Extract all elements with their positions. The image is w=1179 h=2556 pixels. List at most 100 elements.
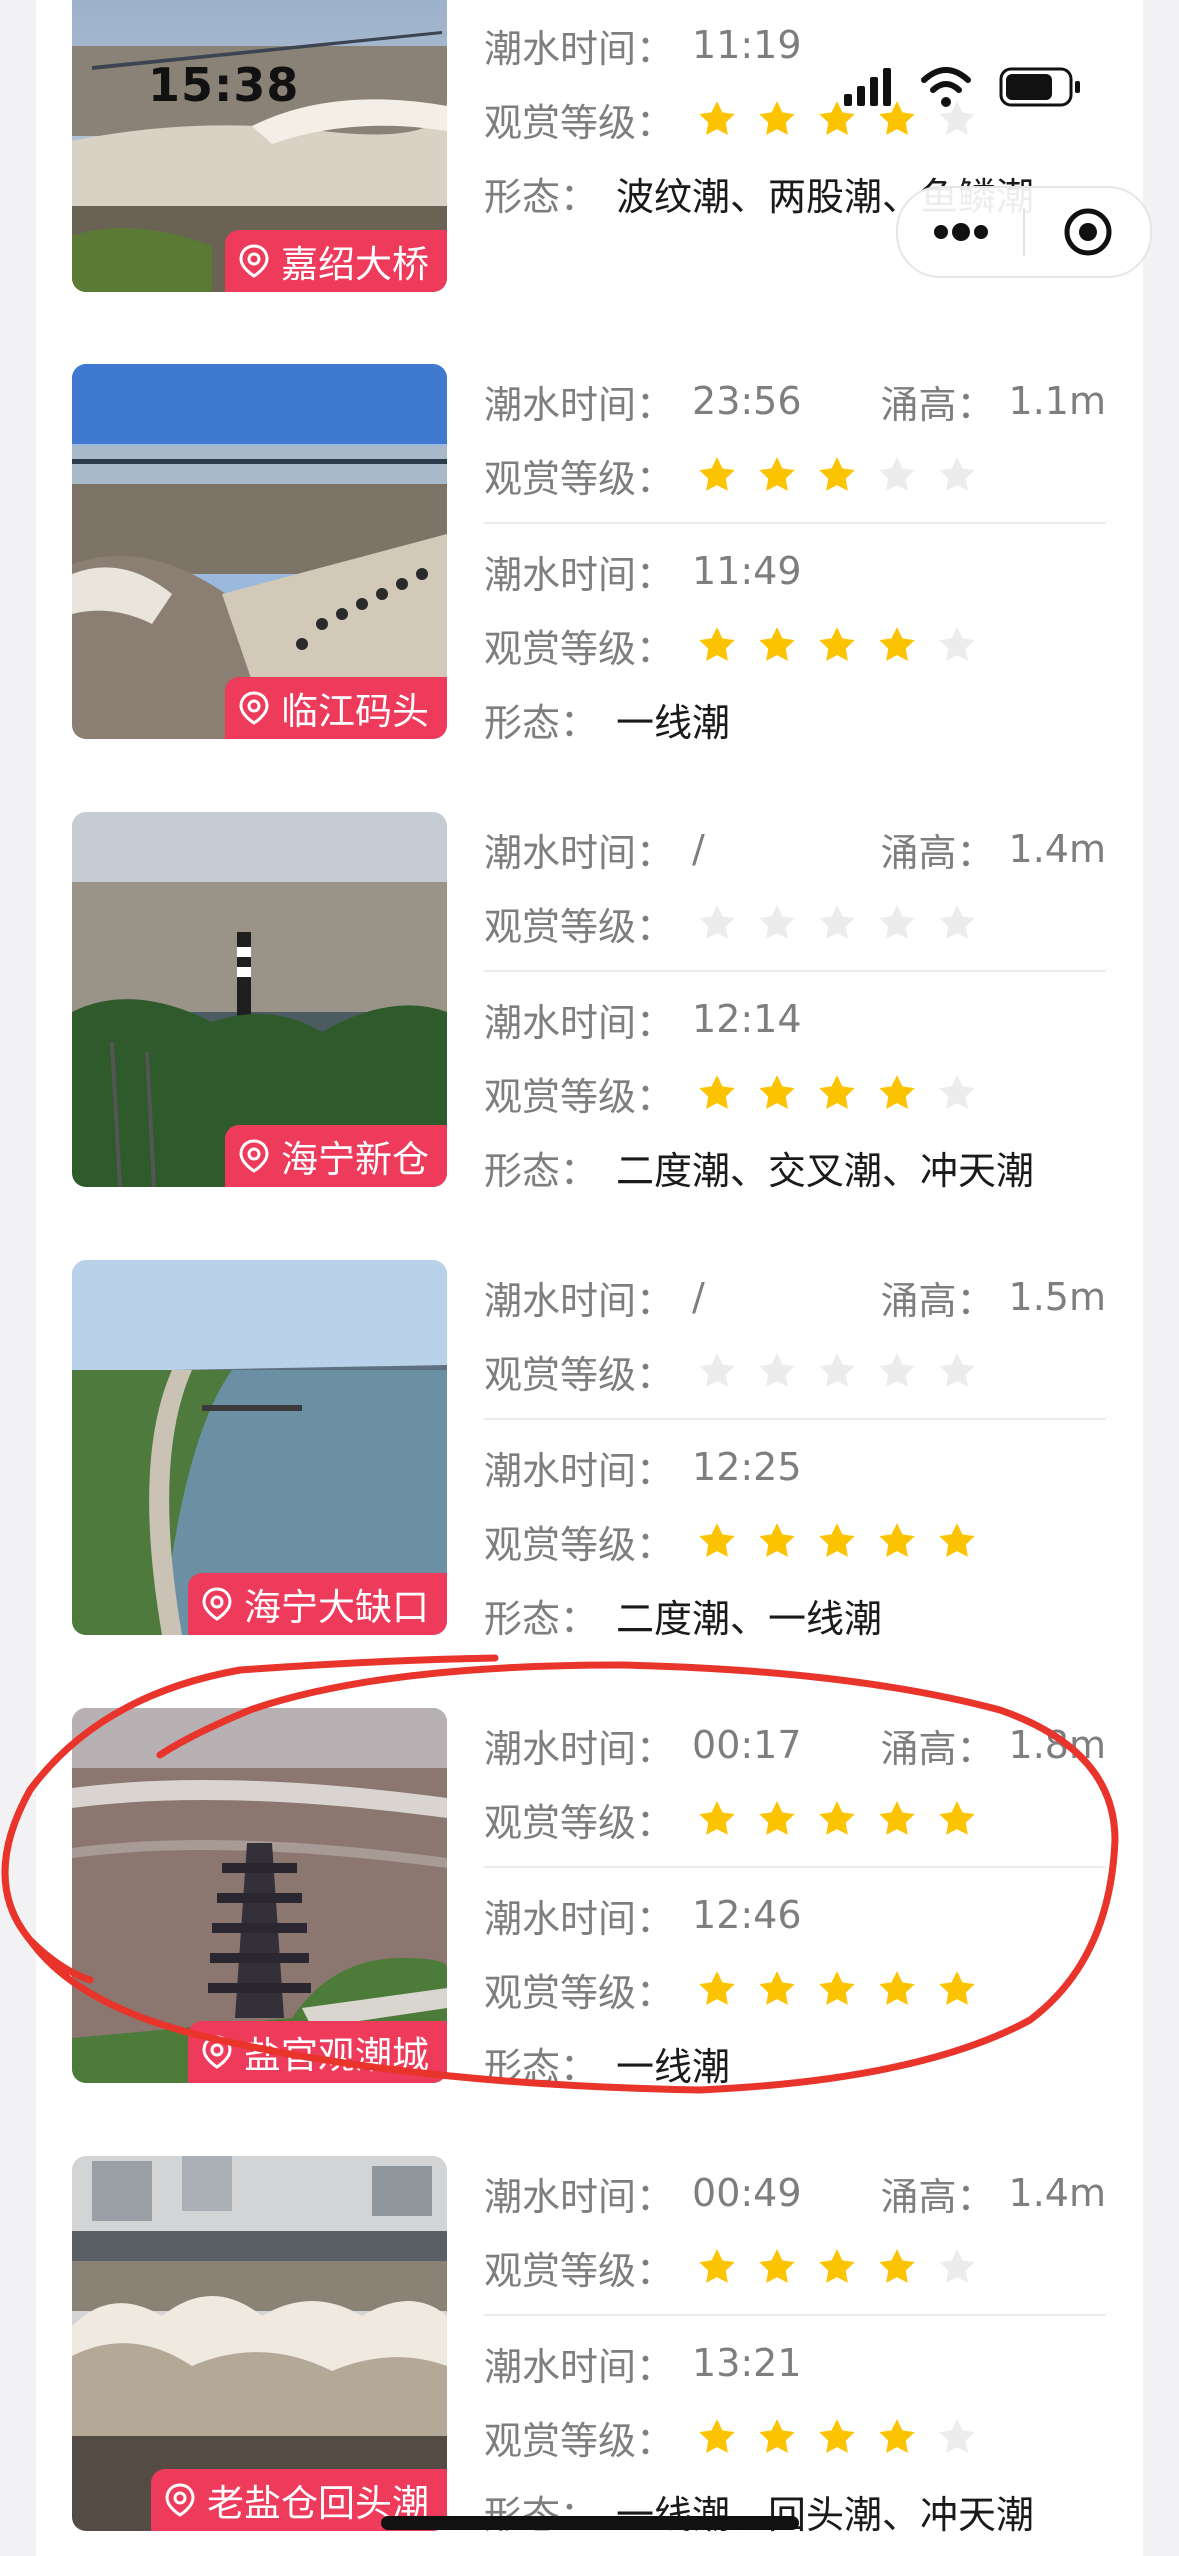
star-icon [759, 1523, 795, 1557]
rating-label: 观赏等级： [484, 626, 675, 671]
tide-time-label: 潮水时间： [484, 552, 675, 597]
star-icon [699, 101, 735, 135]
rating-stars [696, 1350, 996, 1392]
surge-label: 涌高： [880, 1278, 995, 1323]
spot-card-1[interactable]: 临江码头 潮水时间： 23:56 涌高： 1.1m 观赏等级： 潮水时间： 11:4… [72, 364, 1108, 745]
star-icon [879, 905, 915, 939]
star-icon [759, 1075, 795, 1109]
spot-photo: 嘉绍大桥 [72, 0, 447, 292]
star-icon [759, 2249, 795, 2283]
star-icon [939, 2249, 975, 2283]
spot-photo: 海宁新仓 [72, 812, 447, 1187]
more-button[interactable] [898, 188, 1023, 276]
close-button[interactable] [1025, 188, 1150, 276]
location-name: 海宁新仓 [281, 1138, 429, 1181]
rating-stars [696, 624, 996, 666]
form-label: 形态： [484, 1148, 599, 1193]
star-icon [819, 1353, 855, 1387]
star-icon [879, 1353, 915, 1387]
location-pin-icon [239, 691, 269, 725]
form-label: 形态： [484, 1596, 599, 1641]
surge-height: 涌高： 1.4m [881, 812, 1106, 886]
location-badge: 海宁新仓 [225, 1125, 447, 1187]
surge-value: 1.1m [1008, 379, 1106, 423]
divider [484, 970, 1106, 972]
location-badge: 海宁大缺口 [188, 1573, 447, 1635]
tide-time-label: 潮水时间： [484, 1278, 675, 1323]
location-name: 临江码头 [281, 690, 429, 733]
star-icon [939, 2419, 975, 2453]
divider [484, 522, 1106, 524]
tide-time-label: 潮水时间： [484, 1448, 675, 1493]
star-icon [939, 1523, 975, 1557]
location-name: 海宁大缺口 [244, 1586, 429, 1629]
star-icon [759, 905, 795, 939]
rating-label: 观赏等级： [484, 904, 675, 949]
star-icon [879, 457, 915, 491]
star-icon [819, 1523, 855, 1557]
form-value: 二度潮、交叉潮、冲天潮 [616, 1148, 1035, 1193]
wifi-icon [921, 67, 971, 107]
surge-height: 涌高： 1.1m [881, 364, 1106, 438]
location-pin-icon [165, 2483, 195, 2517]
star-icon [879, 2419, 915, 2453]
rating-stars [696, 2416, 996, 2458]
rating-stars [696, 1520, 996, 1562]
star-icon [939, 627, 975, 661]
tide-time-label: 潮水时间： [484, 382, 675, 427]
tide-time-value: / [692, 827, 705, 871]
surge-label: 涌高： [880, 382, 995, 427]
rating-stars [696, 902, 996, 944]
surge-value: 1.4m [1008, 827, 1106, 871]
tide-time-label: 潮水时间： [484, 1000, 675, 1045]
home-indicator [381, 2516, 799, 2530]
close-target-icon [1064, 208, 1111, 256]
rating-label: 观赏等级： [484, 2418, 675, 2463]
star-icon [879, 627, 915, 661]
divider [484, 1418, 1106, 1420]
red-annotation-circle [1, 1654, 1119, 2094]
spot-info: 潮水时间： / 涌高： 1.4m 观赏等级： 潮水时间： 12:14 观赏等级： 形… [484, 812, 1106, 1204]
star-icon [699, 2249, 735, 2283]
spot-photo: 临江码头 [72, 364, 447, 739]
star-icon [879, 2249, 915, 2283]
star-icon [819, 2419, 855, 2453]
tide-time-value: 11:19 [692, 23, 802, 67]
tide-time-value: 11:49 [692, 549, 802, 593]
star-icon [939, 1353, 975, 1387]
form-label: 形态： [484, 174, 599, 219]
star-icon [939, 1075, 975, 1109]
star-icon [759, 627, 795, 661]
star-icon [699, 905, 735, 939]
rating-stars [696, 1072, 996, 1114]
spot-info: 潮水时间： / 涌高： 1.5m 观赏等级： 潮水时间： 12:25 观赏等级： 形… [484, 1260, 1106, 1652]
rating-label: 观赏等级： [484, 2248, 675, 2293]
spot-card-2[interactable]: 海宁新仓 潮水时间： / 涌高： 1.4m 观赏等级： 潮水时间： 12:14 观赏… [72, 812, 1108, 1193]
star-icon [759, 101, 795, 135]
location-badge: 临江码头 [225, 677, 447, 739]
star-icon [759, 1353, 795, 1387]
star-icon [699, 2419, 735, 2453]
spot-photo: 海宁大缺口 [72, 1260, 447, 1635]
surge-label: 涌高： [880, 830, 995, 875]
surge-value: 1.5m [1008, 1275, 1106, 1319]
signal-icon [844, 68, 891, 106]
form-value: 一线潮、回头潮、冲天潮 [616, 2492, 1035, 2537]
tide-time-value: 23:56 [692, 379, 802, 423]
location-pin-icon [239, 1139, 269, 1173]
tide-time-label: 潮水时间： [484, 830, 675, 875]
spot-card-3[interactable]: 海宁大缺口 潮水时间： / 涌高： 1.5m 观赏等级： 潮水时间： 12:25 观… [72, 1260, 1108, 1641]
form-value: 二度潮、一线潮 [616, 1596, 883, 1641]
star-icon [819, 905, 855, 939]
divider [484, 2314, 1106, 2316]
star-icon [939, 905, 975, 939]
star-icon [819, 627, 855, 661]
star-icon [699, 1353, 735, 1387]
star-icon [819, 2249, 855, 2283]
tide-time-label: 潮水时间： [484, 26, 675, 71]
star-icon [939, 457, 975, 491]
tide-time-value: 12:25 [692, 1445, 802, 1489]
form-value: 一线潮 [616, 700, 731, 745]
battery-icon [999, 67, 1080, 107]
location-badge: 嘉绍大桥 [225, 230, 447, 292]
